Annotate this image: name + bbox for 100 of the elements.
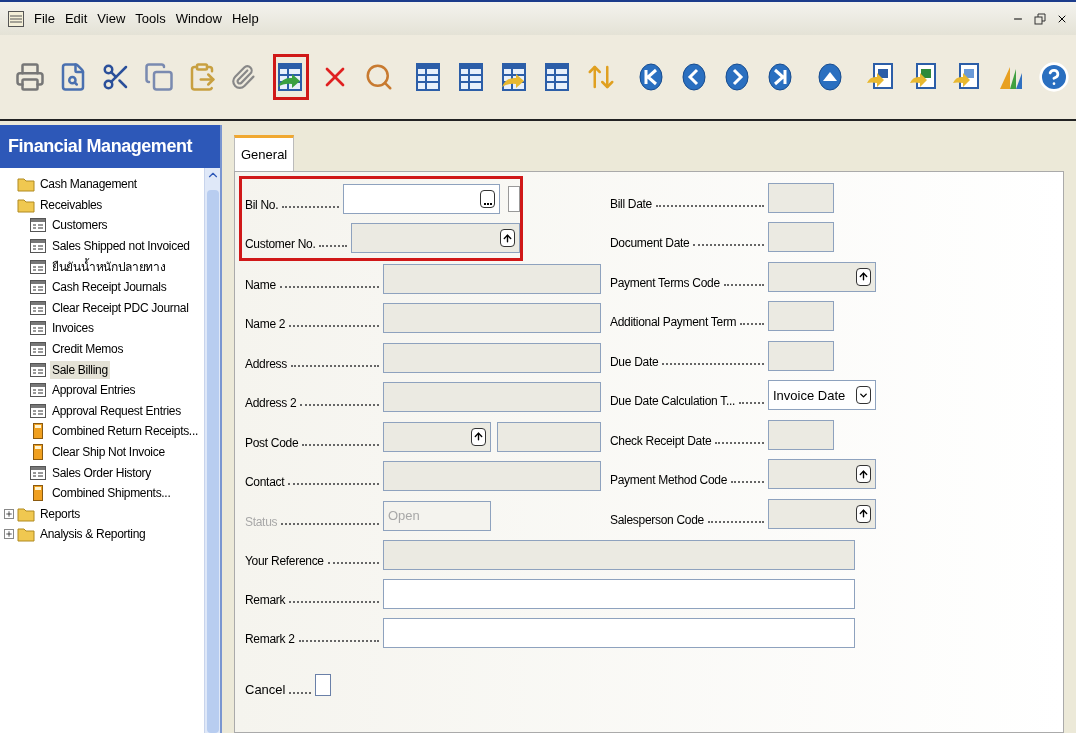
form-icon (30, 239, 46, 254)
field-label: Due Date Calculation T... (610, 393, 736, 411)
tree-item[interactable]: Clear Ship Not Invoice (50, 443, 167, 461)
field-label: Name 2 (245, 316, 286, 334)
text-field[interactable] (383, 263, 601, 294)
lookup-arrow-icon[interactable] (856, 504, 871, 523)
field-label: Payment Terms Code (610, 274, 720, 292)
field-label: Your Reference (245, 553, 324, 570)
field-label: Remark 2 (245, 631, 295, 648)
field-label: Address (245, 355, 287, 373)
lookup-field[interactable] (768, 261, 876, 292)
menu-item[interactable]: Help (231, 8, 259, 29)
text-field[interactable] (497, 421, 601, 452)
tree-item[interactable]: Sales Shipped not Invoiced (50, 237, 192, 256)
field-label: Salesperson Code (610, 511, 704, 529)
field-label: Address 2 (245, 395, 297, 413)
field-label: Bill Date (610, 195, 652, 213)
lookup-arrow-icon[interactable] (856, 465, 871, 484)
tree-item[interactable]: Cash Receipt Journals (50, 278, 169, 297)
tree-item[interactable]: Receivables (38, 195, 105, 214)
lookup-arrow-icon[interactable] (856, 267, 871, 286)
field-label: Cancel (245, 681, 286, 699)
tree-item[interactable]: Approval Request Entries (50, 401, 183, 420)
field-label: Additional Payment Term (610, 314, 737, 332)
text-field[interactable] (768, 182, 834, 213)
restore-icon[interactable] (1034, 12, 1046, 25)
field-label: Check Receipt Date (610, 432, 712, 450)
menu-item[interactable]: File (34, 8, 55, 29)
lookup-field[interactable] (351, 223, 520, 254)
menu-item[interactable]: Window (175, 8, 222, 29)
tree-item[interactable]: Credit Memos (50, 340, 126, 359)
tree-item[interactable]: Approval Entries (50, 381, 138, 400)
field-label: Post Code (245, 434, 299, 452)
form-icon (30, 280, 46, 295)
text-field[interactable] (383, 579, 855, 609)
form-icon (30, 218, 46, 233)
lookup-field[interactable] (768, 459, 876, 490)
folder-icon (17, 196, 35, 213)
report-icon (33, 423, 43, 440)
form-icon (30, 259, 46, 274)
tree-item[interactable]: ยืนยันน้ำหนักปลายทาง (50, 257, 168, 276)
checkbox[interactable] (315, 673, 332, 696)
small-box (508, 185, 520, 212)
form-icon (30, 342, 46, 357)
field-label: Name (245, 276, 276, 294)
lookup-arrow-icon[interactable] (500, 229, 515, 248)
tree-item[interactable]: Invoices (50, 319, 96, 338)
field-label: Remark (245, 592, 286, 609)
tree-item[interactable]: Reports (38, 504, 82, 523)
tree-item[interactable]: Sales Order History (50, 463, 153, 482)
folder-icon (17, 526, 35, 543)
help-icon[interactable] (1038, 61, 1070, 93)
menu-item[interactable]: Tools (135, 8, 166, 29)
assist-button[interactable] (480, 189, 496, 208)
tree-item[interactable]: Customers (50, 216, 110, 235)
field-label: Contact (245, 474, 285, 492)
text-field[interactable] (383, 303, 601, 334)
expand-icon[interactable] (4, 508, 14, 519)
form-icon (30, 465, 46, 480)
text-field[interactable] (383, 382, 601, 413)
text-field[interactable] (768, 301, 834, 332)
field-label: Bil No. (245, 196, 279, 214)
report-icon (33, 485, 43, 502)
text-field[interactable] (768, 340, 834, 371)
tree-item[interactable]: Sale Billing (50, 360, 110, 379)
field-label: Due Date (610, 353, 659, 371)
field-label: Payment Method Code (610, 472, 728, 490)
tree-item[interactable]: Clear Receipt PDC Journal (50, 298, 191, 317)
text-field[interactable] (383, 540, 855, 570)
menu-item[interactable]: View (97, 8, 126, 29)
text-field[interactable] (768, 222, 834, 253)
lookup-field[interactable] (383, 421, 491, 452)
expand-icon[interactable] (4, 529, 14, 540)
field-label: Status (245, 513, 278, 531)
lookup-field[interactable] (768, 498, 876, 529)
dropdown-arrow-icon[interactable] (856, 386, 871, 405)
text-field[interactable] (383, 342, 601, 373)
folder-icon (17, 176, 35, 193)
form-icon (30, 362, 46, 377)
menu-item[interactable]: Edit (64, 8, 88, 29)
form-icon (30, 300, 46, 315)
text-field[interactable] (383, 461, 601, 492)
form-icon (30, 383, 46, 398)
tree-item[interactable]: Combined Return Receipts... (50, 422, 200, 441)
tab[interactable]: General (234, 135, 295, 171)
text-field[interactable] (768, 419, 834, 450)
text-field[interactable] (383, 618, 855, 648)
form-icon (30, 321, 46, 336)
field-label: Customer No. (245, 236, 316, 254)
scrollbar[interactable] (204, 168, 220, 733)
report-icon (33, 444, 43, 460)
lookup-arrow-icon[interactable] (471, 427, 486, 446)
folder-icon (17, 505, 35, 522)
tree-item[interactable]: Analysis & Reporting (38, 525, 148, 544)
tree-item[interactable]: Cash Management (38, 175, 139, 194)
app-icon (8, 10, 24, 27)
form-icon (30, 403, 46, 418)
dropdown[interactable]: Invoice Date (768, 380, 876, 411)
tree-item[interactable]: Combined Shipments... (50, 484, 173, 503)
bill-number-field[interactable] (343, 183, 501, 214)
